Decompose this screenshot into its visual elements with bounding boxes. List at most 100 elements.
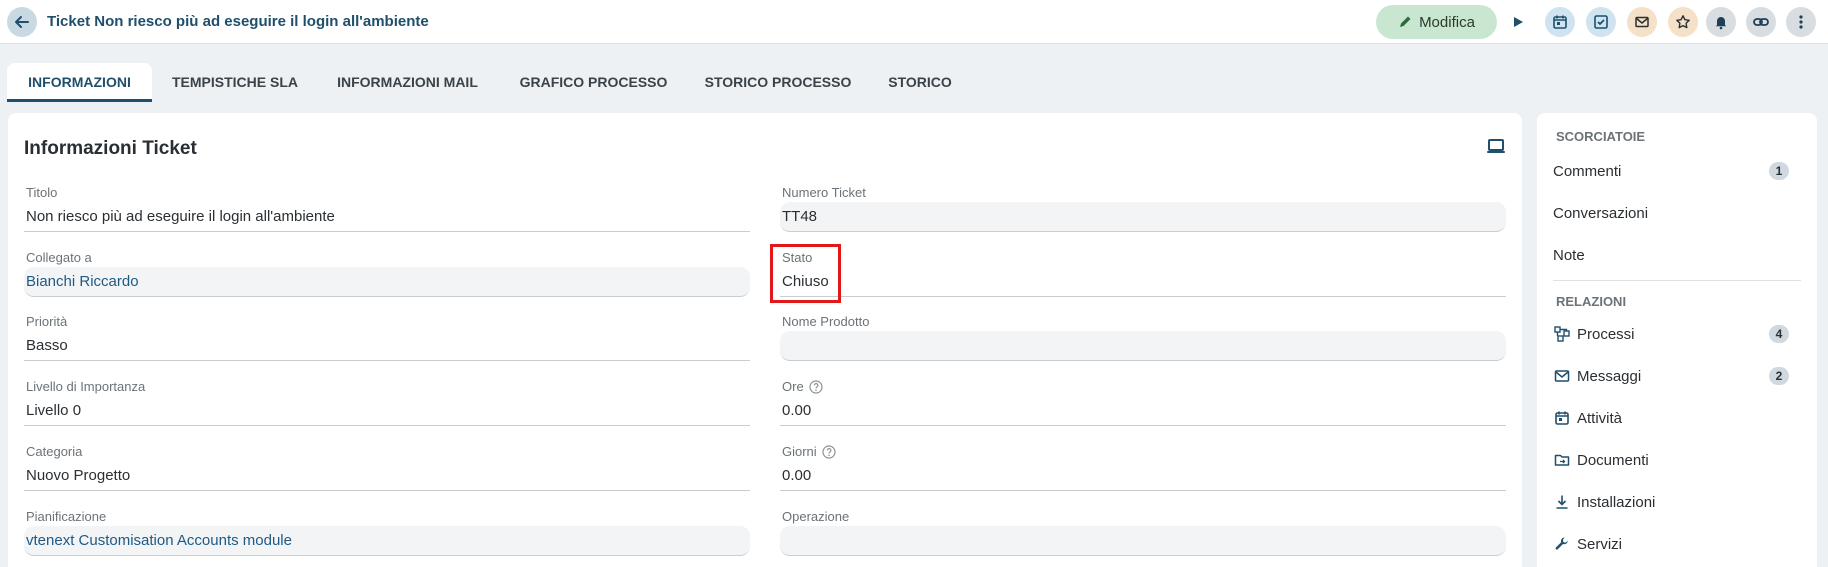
field-label: Giorni — [782, 444, 836, 459]
edit-button-label: Modifica — [1419, 13, 1475, 31]
laptop-icon — [1487, 139, 1505, 153]
more-icon — [1799, 15, 1803, 29]
relation-label: Processi — [1577, 325, 1635, 343]
field-ore: Ore 0.00 — [780, 379, 1506, 443]
field-value[interactable]: Nuovo Progetto — [24, 461, 750, 491]
field-livello-importanza: Livello di Importanza Livello 0 — [24, 379, 750, 443]
field-value: TT48 — [780, 202, 1506, 232]
bell-icon — [1715, 17, 1727, 30]
card-title: Informazioni Ticket — [24, 138, 197, 159]
edit-button[interactable]: Modifica — [1376, 5, 1497, 39]
ticket-info-card: Informazioni Ticket Titolo Non riesco pi… — [8, 113, 1522, 567]
field-priorita: Priorità Basso — [24, 314, 750, 378]
sidebar-card: SCORCIATOIE Commenti 1 Conversazioni Not… — [1537, 113, 1817, 567]
more-button[interactable] — [1786, 7, 1816, 37]
field-titolo: Titolo Non riesco più ad eseguire il log… — [24, 185, 750, 249]
field-nome-prodotto: Nome Prodotto — [780, 314, 1506, 378]
field-numero-ticket: Numero Ticket TT48 — [780, 185, 1506, 249]
favorite-button[interactable] — [1668, 7, 1698, 37]
shortcut-label: Conversazioni — [1553, 204, 1649, 222]
download-icon — [1553, 493, 1571, 511]
task-button[interactable] — [1586, 7, 1616, 37]
relation-installazioni[interactable]: Installazioni — [1553, 484, 1805, 520]
field-value[interactable]: 0.00 — [780, 461, 1506, 491]
help-icon[interactable] — [809, 379, 823, 394]
field-label-text: Ore — [782, 379, 804, 394]
relation-label: Servizi — [1577, 535, 1623, 553]
field-label: Ore — [782, 379, 823, 394]
count-badge: 1 — [1769, 162, 1789, 180]
field-label-text: Giorni — [782, 444, 817, 459]
field-value[interactable] — [780, 526, 1506, 556]
field-value[interactable]: Livello 0 — [24, 396, 750, 426]
relation-label: Installazioni — [1577, 493, 1656, 511]
tab-bar: INFORMAZIONI TEMPISTICHE SLA INFORMAZION… — [0, 44, 1828, 102]
tab-storico-processo[interactable]: STORICO PROCESSO — [700, 63, 856, 102]
page-title: Ticket Non riesco più ad eseguire il log… — [47, 13, 429, 30]
field-stato: Stato Chiuso — [780, 250, 1506, 314]
tab-storico[interactable]: STORICO — [880, 63, 960, 102]
relations-heading: RELAZIONI — [1556, 294, 1627, 309]
relation-label: Attività — [1577, 409, 1623, 427]
field-value[interactable]: Chiuso — [780, 267, 1506, 297]
highlight-annotation — [770, 244, 841, 303]
layout-toggle-button[interactable] — [1486, 136, 1506, 156]
tab-informazioni-mail[interactable]: INFORMAZIONI MAIL — [330, 63, 485, 102]
tab-informazioni[interactable]: INFORMAZIONI — [7, 63, 152, 102]
field-label: Operazione — [782, 509, 850, 524]
count-badge: 2 — [1769, 367, 1789, 385]
field-value[interactable]: Basso — [24, 331, 750, 361]
relation-label: Documenti — [1577, 451, 1649, 469]
shortcut-commenti[interactable]: Commenti 1 — [1553, 153, 1805, 189]
field-label: Numero Ticket — [782, 185, 866, 200]
shortcut-label: Note — [1553, 246, 1585, 264]
field-giorni: Giorni 0.00 — [780, 444, 1506, 508]
field-value[interactable]: Non riesco più ad eseguire il login all'… — [24, 202, 750, 232]
help-icon[interactable] — [822, 444, 836, 459]
count-badge: 4 — [1769, 325, 1789, 343]
field-categoria: Categoria Nuovo Progetto — [24, 444, 750, 508]
shortcut-note[interactable]: Note — [1553, 237, 1805, 273]
folder-icon — [1553, 451, 1571, 469]
start-process-button[interactable] — [1506, 10, 1530, 34]
calendar-button[interactable] — [1545, 7, 1575, 37]
tab-tempistiche-sla[interactable]: TEMPISTICHE SLA — [160, 63, 310, 102]
field-label: Pianificazione — [26, 509, 107, 524]
shortcut-conversazioni[interactable]: Conversazioni — [1553, 195, 1805, 231]
tab-grafico-processo[interactable]: GRAFICO PROCESSO — [515, 63, 672, 102]
field-value[interactable] — [780, 331, 1506, 361]
field-label: Collegato a — [26, 250, 92, 265]
field-label: Livello di Importanza — [26, 379, 146, 394]
relation-processi[interactable]: Processi 4 — [1553, 316, 1805, 352]
calendar-icon — [1553, 409, 1571, 427]
field-label: Nome Prodotto — [782, 314, 870, 329]
relation-documenti[interactable]: Documenti — [1553, 442, 1805, 478]
field-value-link[interactable]: vtenext Customisation Accounts module — [24, 526, 750, 556]
relation-messaggi[interactable]: Messaggi 2 — [1553, 358, 1805, 394]
field-collegato-a: Collegato a Bianchi Riccardo — [24, 250, 750, 314]
field-value[interactable]: 0.00 — [780, 396, 1506, 426]
play-icon — [1514, 17, 1523, 27]
pencil-icon — [1400, 16, 1411, 27]
notification-button[interactable] — [1706, 7, 1736, 37]
field-operazione: Operazione — [780, 509, 1506, 567]
link-button[interactable] — [1746, 7, 1776, 37]
relation-attivita[interactable]: Attività — [1553, 400, 1805, 436]
top-bar: Ticket Non riesco più ad eseguire il log… — [0, 0, 1828, 44]
back-button[interactable] — [7, 7, 37, 37]
back-icon — [15, 16, 29, 28]
email-button[interactable] — [1627, 7, 1657, 37]
field-label: Categoria — [26, 444, 83, 459]
process-icon — [1553, 325, 1571, 343]
sidebar-divider — [1553, 280, 1801, 281]
star-icon — [1676, 15, 1690, 29]
relation-servizi[interactable]: Servizi — [1553, 526, 1805, 562]
field-label: Titolo — [26, 185, 58, 200]
field-label: Priorità — [26, 314, 68, 329]
mail-icon — [1635, 16, 1649, 28]
wrench-icon — [1553, 535, 1571, 553]
shortcut-label: Commenti — [1553, 162, 1622, 180]
field-value-link[interactable]: Bianchi Riccardo — [24, 267, 750, 297]
field-pianificazione: Pianificazione vtenext Customisation Acc… — [24, 509, 750, 567]
calendar-icon — [1553, 15, 1567, 29]
